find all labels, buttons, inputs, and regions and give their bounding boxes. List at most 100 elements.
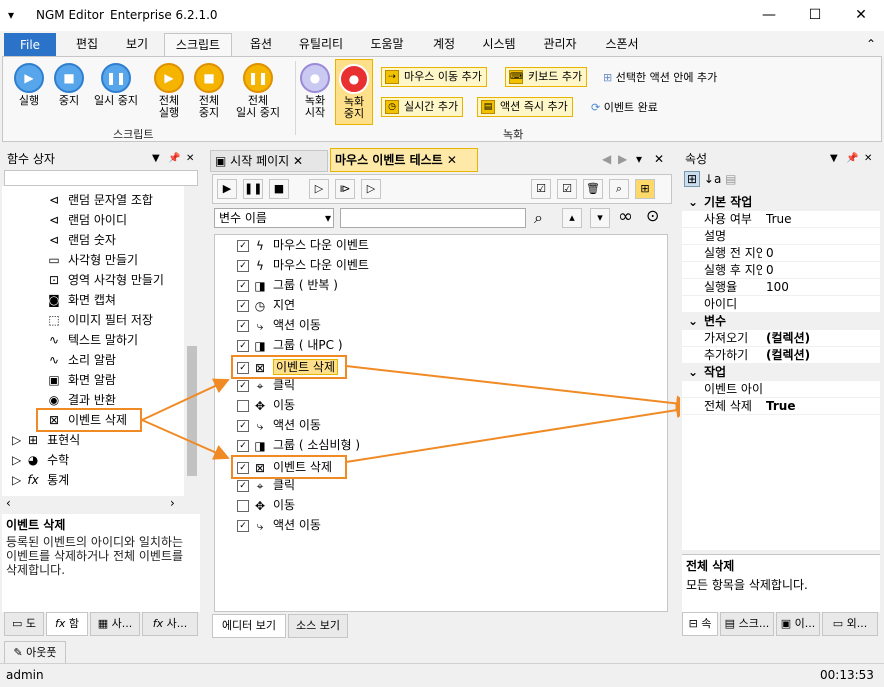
row-checkbox[interactable]: ✓ (237, 259, 249, 272)
add-in-selected-button[interactable]: ⊞ 선택한 액션 안에 추가 (603, 69, 717, 85)
property-row[interactable]: 아이디 (682, 296, 880, 313)
prop-tab-1[interactable]: ▤ 스크... (720, 612, 774, 636)
tree-hscrollbar[interactable]: ‹ › (2, 496, 200, 512)
table-row[interactable]: ✓ ◨ 그룹 ( 내PC ) (237, 335, 343, 355)
move-down-icon[interactable]: ▾ (590, 208, 610, 228)
row-checkbox[interactable]: ✓ (237, 439, 249, 452)
property-row[interactable]: 이벤트 아이디 (682, 381, 880, 398)
maximize-button[interactable]: ☐ (792, 0, 838, 31)
tab-list-icon[interactable]: ▾ (636, 152, 642, 166)
check-icon[interactable]: ☑ (557, 179, 577, 199)
prop-tab-2[interactable]: ▣ 이... (776, 612, 820, 636)
property-row[interactable]: 전체 삭제 True (682, 398, 880, 415)
property-row[interactable]: 사용 여부 True (682, 211, 880, 228)
table-row[interactable]: ✥ 이동 (237, 495, 295, 515)
add-realtime-button[interactable]: ◷ 실시간 추가 (381, 97, 464, 117)
list-item[interactable]: ▣ 화면 알람 (46, 370, 116, 390)
tab-system[interactable]: 시스템 (474, 33, 524, 57)
tree-scrollbar[interactable] (184, 186, 200, 496)
close-tab-icon[interactable]: ✕ (293, 154, 303, 168)
scroll-left-icon[interactable]: ‹ (6, 496, 11, 510)
row-checkbox[interactable]: ✓ (237, 479, 249, 492)
left-tab-0[interactable]: ▭ 도 (4, 612, 44, 636)
record-start-button[interactable]: ● 녹화 시작 (297, 63, 333, 119)
table-row[interactable]: ✓ ⤷ 액션 이동 (237, 315, 321, 335)
collapse-icon[interactable]: ⌄ (688, 313, 698, 330)
list-item[interactable]: ▭ 사각형 만들기 (46, 250, 138, 270)
search-input[interactable] (340, 208, 526, 228)
scroll-right-icon[interactable]: › (170, 496, 175, 510)
output-tab[interactable]: ✎ 아웃풋 (4, 641, 66, 665)
add-action-now-button[interactable]: ▤ 액션 즉시 추가 (477, 97, 573, 117)
list-item[interactable]: ⬚ 이미지 필터 저장 (46, 310, 153, 330)
list-item[interactable]: ◉ 결과 반환 (46, 390, 116, 410)
minimize-button[interactable]: — (746, 0, 792, 31)
add-keyboard-button[interactable]: ⌨ 키보드 추가 (505, 67, 588, 87)
run-button[interactable]: ▶ 실행 (9, 63, 49, 107)
expand-icon[interactable]: ▷ (12, 433, 21, 447)
tab-account[interactable]: 계정 (422, 33, 466, 57)
quick-access-icon[interactable]: ▾ (8, 8, 14, 22)
row-checkbox[interactable]: ✓ (237, 361, 249, 374)
property-row[interactable]: 설명 (682, 228, 880, 245)
list-item[interactable]: ◙ 화면 캡쳐 (46, 290, 116, 310)
table-row[interactable]: ✓ ϟ 마우스 다운 이벤트 (237, 235, 369, 255)
tab-admin[interactable]: 관리자 (534, 33, 586, 57)
tab-view[interactable]: 보기 (114, 33, 160, 57)
table-row[interactable]: ✓ ◨ 그룹 ( 반복 ) (237, 275, 338, 295)
expand-icon[interactable]: ▷ (12, 453, 21, 467)
category-work[interactable]: ⌄ 작업 (682, 364, 880, 381)
category-basic[interactable]: ⌄ 기본 작업 (682, 194, 880, 211)
property-row[interactable]: 실행 전 지연 0 (682, 245, 880, 262)
property-row[interactable]: 가져오기 (컬렉션) (682, 330, 880, 347)
tree-group[interactable]: ▷ ◕ 수학 (12, 450, 69, 470)
step-icon[interactable]: ▷ (361, 179, 381, 199)
stop-small-icon[interactable]: ■ (269, 179, 289, 199)
tab-start-page[interactable]: ▣ 시작 페이지 ✕ (210, 150, 328, 172)
file-tab[interactable]: File (4, 33, 56, 57)
close-tab-icon[interactable]: ✕ (447, 153, 457, 167)
tab-left-icon[interactable]: ◀ (602, 152, 611, 166)
record-stop-button[interactable]: ● 녹화 중지 (335, 59, 373, 125)
row-checkbox[interactable]: ✓ (237, 339, 249, 352)
delete-icon[interactable]: 🗑 (583, 179, 603, 199)
tab-right-icon[interactable]: ▶ (618, 152, 627, 166)
tab-options[interactable]: 옵션 (238, 33, 284, 57)
pause-all-button[interactable]: ❚❚ 전체 일시 중지 (231, 63, 285, 119)
scrollbar-thumb[interactable] (187, 346, 197, 476)
run-all-button[interactable]: ▶ 전체 실행 (149, 63, 189, 119)
function-search-input[interactable] (4, 170, 198, 186)
more-icon[interactable]: ⊙ (646, 206, 659, 225)
pause-button[interactable]: ❚❚ 일시 중지 (89, 63, 143, 107)
collapse-ribbon-icon[interactable]: ⌃ (862, 33, 880, 57)
pause-small-icon[interactable]: ❚❚ (243, 179, 263, 199)
table-row[interactable]: ✓ ⤷ 액션 이동 (237, 415, 321, 435)
run-small-icon[interactable]: ▶ (217, 179, 237, 199)
row-checkbox[interactable]: ✓ (237, 379, 249, 392)
table-row[interactable]: ✓ ⤷ 액션 이동 (237, 515, 321, 535)
list-item[interactable]: ⊲ 랜덤 숫자 (46, 230, 116, 250)
list-item[interactable]: ⊲ 랜덤 문자열 조합 (46, 190, 153, 210)
check-all-icon[interactable]: ☑ (531, 179, 551, 199)
prop-tab-0[interactable]: ⊟ 속 (682, 612, 718, 636)
stop-button[interactable]: ■ 중지 (49, 63, 89, 107)
sort-az-icon[interactable]: ↓a (704, 172, 721, 186)
variable-select[interactable]: 변수 이름 ▾ (214, 208, 334, 228)
play-outline-icon[interactable]: ▷ (309, 179, 329, 199)
list-item[interactable]: ⊲ 랜덤 아이디 (46, 210, 127, 230)
row-checkbox[interactable]: ✓ (237, 239, 249, 252)
table-row[interactable]: ✓ ◷ 지연 (237, 295, 295, 315)
property-row[interactable]: 실행율 100 (682, 279, 880, 296)
prop-tab-3[interactable]: ▭ 외... (822, 612, 878, 636)
dropdown-icon[interactable]: ▼ (830, 148, 838, 170)
collapse-icon[interactable]: ⌄ (688, 364, 698, 381)
left-tab-1[interactable]: fx 함 (46, 612, 88, 636)
row-checkbox[interactable]: ✓ (237, 299, 249, 312)
property-pages-icon[interactable]: ▤ (725, 172, 736, 186)
find-icon[interactable]: ⌕ (609, 179, 629, 199)
property-row[interactable]: 추가하기 (컬렉션) (682, 347, 880, 364)
tree-view-icon[interactable]: ⊞ (635, 179, 655, 199)
close-panel-icon[interactable]: ✕ (864, 148, 872, 170)
table-row[interactable]: ✓ ϟ 마우스 다운 이벤트 (237, 255, 369, 275)
pin-icon[interactable]: 📌 (168, 148, 180, 170)
